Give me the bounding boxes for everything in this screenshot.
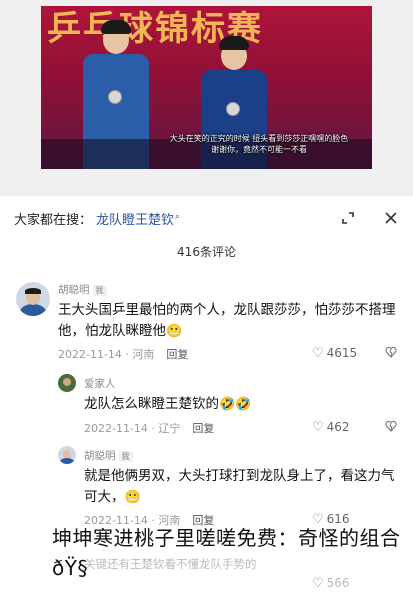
video-subtitle: 大头在笑的正究的时候 扭头看到莎莎正嘿嘿的脸色 谢谢你，竟然不可能一不看 — [149, 133, 369, 155]
expand-button[interactable] — [336, 206, 360, 230]
avatar[interactable] — [16, 282, 50, 316]
search-term[interactable]: 龙队瞪王楚钦 — [96, 213, 174, 228]
author-badge: 我 — [92, 284, 107, 296]
dislike-icon — [385, 346, 397, 358]
comment-item: 胡聪明我 王大头国乒里最怕的两个人，龙队跟莎莎，怕莎莎不搭理他，怕龙队眯瞪他😬 … — [0, 280, 413, 372]
close-icon — [385, 212, 397, 224]
heart-icon: ♡ — [312, 420, 324, 435]
like-count: 462 — [326, 420, 350, 434]
comment-author[interactable]: 胡聪明我 — [58, 282, 107, 297]
expand-icon — [342, 212, 354, 224]
like-count: 4615 — [326, 346, 358, 360]
like-button[interactable]: ♡ 462 — [312, 420, 350, 435]
reply-item: 爱家人 龙队怎么眯瞪王楚钦的🤣🤣 2022-11-14 · 辽宁 回复 ♡ 462 — [0, 372, 413, 442]
subtitle-line: 谢谢你，竟然不可能一不看 — [211, 145, 307, 154]
close-button[interactable] — [379, 206, 403, 230]
comment-meta: 2022-11-14 · 河南 回复 — [58, 346, 188, 362]
comment-date: 2022-11-14 · 河南 — [58, 348, 155, 361]
grimace-emoji: 😬 — [166, 324, 183, 339]
subtitle-line: 大头在笑的正究的时候 扭头看到莎莎正嘿嘿的脸色 — [169, 134, 349, 143]
overlay-title: 坤坤寒进桃子里嗟嗟免费：奇怪的组合ðŸ§ — [52, 526, 401, 580]
dislike-button[interactable] — [385, 420, 397, 435]
search-icon: ⌕ — [175, 211, 181, 222]
author-name: 胡聪明 — [58, 284, 90, 296]
reply-button[interactable]: 回复 — [166, 348, 188, 361]
avatar[interactable] — [58, 374, 76, 392]
video-banner-text: 乒乓球锦标赛 — [47, 9, 263, 49]
comment-count: 416条评论 — [177, 245, 236, 259]
search-suggestion[interactable]: 大家都在搜： 龙队瞪王楚钦⌕ — [14, 209, 180, 229]
comment-date: 2022-11-14 · 辽宁 — [84, 422, 181, 435]
dislike-icon — [385, 420, 397, 432]
like-button[interactable]: ♡ 4615 — [312, 346, 357, 361]
dislike-button[interactable] — [385, 346, 397, 361]
reply-button[interactable]: 回复 — [192, 422, 214, 435]
grimace-emoji: 😬 — [124, 490, 141, 505]
avatar[interactable] — [58, 446, 76, 464]
video-player[interactable]: 乒乓球锦标赛 大头在笑的正究的时候 扭头看到莎莎正嘿嘿的脸色 谢谢你，竟然不可能… — [41, 6, 372, 169]
laughing-emoji: 🤣🤣 — [219, 397, 252, 412]
heart-icon: ♡ — [312, 346, 324, 361]
comment-text: 龙队怎么眯瞪王楚钦的🤣🤣 — [84, 394, 394, 415]
search-prefix: 大家都在搜： — [14, 213, 93, 228]
comment-body: 王大头国乒里最怕的两个人，龙队跟莎莎，怕莎莎不搭理他，怕龙队眯瞪他 — [58, 302, 396, 339]
comment-text: 就是他俩男双，大头打球打到龙队身上了，看这力气可大，😬 — [84, 466, 399, 508]
video-frame: 乒乓球锦标赛 大头在笑的正究的时候 扭头看到莎莎正嘿嘿的脸色 谢谢你，竟然不可能… — [0, 0, 413, 196]
comment-text: 王大头国乒里最怕的两个人，龙队跟莎莎，怕莎莎不搭理他，怕龙队眯瞪他😬 — [58, 300, 398, 342]
comment-meta: 2022-11-14 · 辽宁 回复 — [84, 420, 214, 436]
author-name: 胡聪明 — [84, 450, 116, 462]
reply-item: 胡聪明我 就是他俩男双，大头打球打到龙队身上了，看这力气可大，😬 2022-11… — [0, 444, 413, 527]
comment-author[interactable]: 胡聪明我 — [84, 448, 133, 463]
comment-author[interactable]: 爱家人 — [84, 376, 116, 391]
comment-body: 龙队怎么眯瞪王楚钦的 — [84, 396, 219, 412]
author-badge: 我 — [118, 450, 133, 462]
